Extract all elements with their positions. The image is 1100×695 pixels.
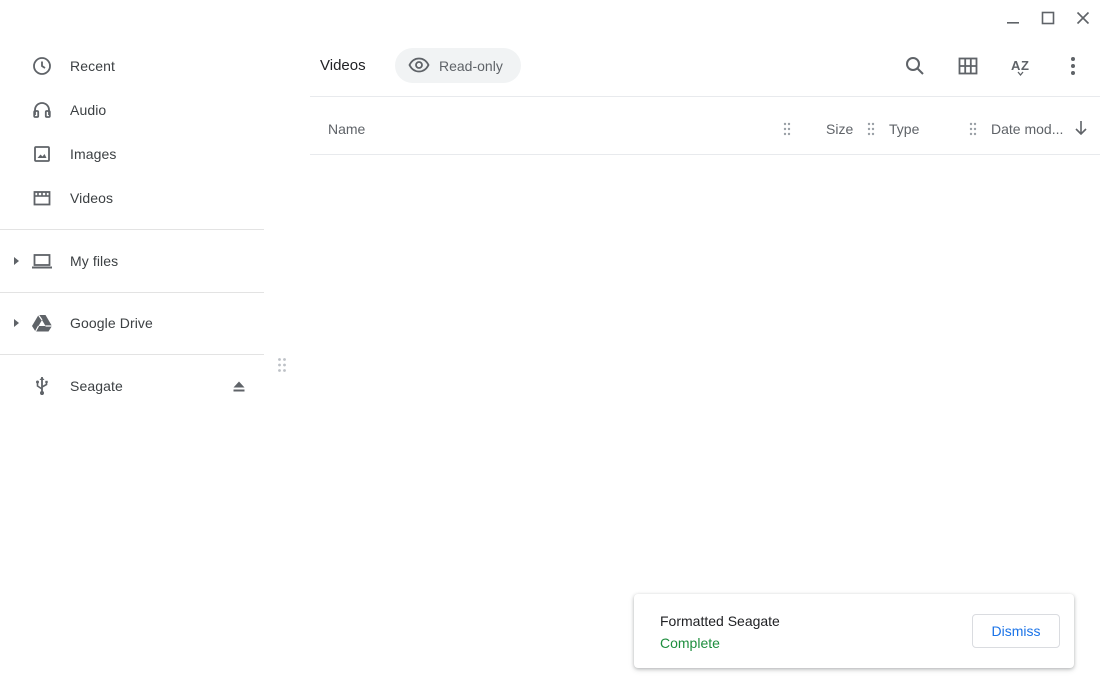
more-vert-icon [1071,57,1075,75]
sidebar-item-videos[interactable]: Videos [0,178,264,218]
usb-icon [31,375,53,397]
drag-handle-icon [278,358,286,372]
svg-text:Z: Z [1021,58,1029,73]
sidebar: Recent Audio Images Videos My files Goog… [0,0,264,695]
minimize-button[interactable] [995,0,1030,36]
eject-button[interactable] [229,376,249,396]
close-button[interactable] [1065,0,1100,36]
column-resize-handle[interactable] [782,121,792,137]
sidebar-item-label: My files [70,253,119,269]
column-header-name[interactable]: Name [328,121,365,137]
notification-status: Complete [660,635,720,651]
film-icon [31,187,53,209]
minimize-icon [1006,22,1019,24]
toolbar: Videos Read-only A Z [310,40,1100,96]
sort-az-icon: A Z [1011,58,1029,77]
sidebar-item-images[interactable]: Images [0,134,264,174]
maximize-button[interactable] [1030,0,1065,36]
window-controls [995,0,1100,36]
sidebar-item-google-drive[interactable]: Google Drive [0,303,264,343]
sidebar-divider [0,229,264,230]
eject-icon [233,381,245,391]
maximize-icon [1041,11,1054,25]
sidebar-item-recent[interactable]: Recent [0,46,264,86]
sidebar-item-label: Seagate [70,378,123,394]
svg-text:A: A [1011,58,1021,73]
read-only-badge: Read-only [395,48,521,83]
close-icon [1076,11,1089,25]
drive-icon [31,312,53,334]
notification-title: Formatted Seagate [660,613,780,629]
sidebar-divider [0,354,264,355]
sidebar-splitter[interactable] [274,355,290,375]
eye-icon [408,57,430,73]
sidebar-item-label: Google Drive [70,315,153,331]
search-icon [906,57,924,75]
expand-arrow-icon[interactable] [12,318,22,328]
sidebar-item-label: Recent [70,58,115,74]
headphones-icon [31,99,53,121]
column-header-date-modified[interactable]: Date mod... [991,121,1063,137]
sidebar-item-audio[interactable]: Audio [0,90,264,130]
search-button[interactable] [899,50,931,82]
sidebar-item-my-files[interactable]: My files [0,241,264,281]
laptop-icon [31,250,53,272]
read-only-label: Read-only [439,58,503,74]
clock-icon [31,55,53,77]
column-header-type[interactable]: Type [889,121,919,137]
column-resize-handle[interactable] [866,121,876,137]
grid-view-icon [958,57,978,75]
sidebar-divider [0,292,264,293]
image-icon [31,143,53,165]
more-options-button[interactable] [1057,50,1089,82]
column-header-size[interactable]: Size [826,121,853,137]
grid-view-button[interactable] [952,50,984,82]
table-header: Name Size Type Date mod... [310,104,1100,152]
toolbar-divider [310,96,1100,97]
column-resize-handle[interactable] [968,121,978,137]
progress-notification: Formatted Seagate Complete Dismiss [634,594,1074,668]
sidebar-item-label: Videos [70,190,114,206]
sidebar-item-label: Images [70,146,117,162]
dismiss-button[interactable]: Dismiss [972,614,1060,648]
sidebar-item-label: Audio [70,102,107,118]
arrow-down-icon[interactable] [1074,120,1088,136]
expand-arrow-icon[interactable] [12,256,22,266]
sidebar-item-seagate[interactable]: Seagate [0,366,264,406]
table-header-divider [310,154,1100,155]
breadcrumb[interactable]: Videos [320,57,366,74]
sort-button[interactable]: A Z [1005,50,1037,82]
